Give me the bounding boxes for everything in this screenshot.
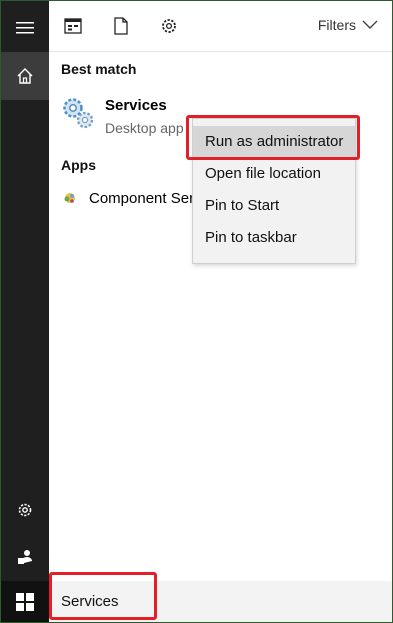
highlight-box-search bbox=[49, 572, 157, 620]
gear-icon bbox=[162, 19, 176, 33]
best-match-header: Best match bbox=[61, 61, 137, 77]
menu-item-pin-to-taskbar[interactable]: Pin to taskbar bbox=[193, 222, 355, 254]
menu-item-open-file-location[interactable]: Open file location bbox=[193, 158, 355, 190]
filters-label: Filters bbox=[317, 17, 356, 33]
search-toolbar: Filters bbox=[49, 1, 392, 52]
component-services-icon bbox=[64, 193, 75, 203]
highlight-box-run-as-admin bbox=[186, 115, 360, 160]
settings-filter-button[interactable] bbox=[158, 15, 180, 37]
menu-item-label: Pin to Start bbox=[205, 197, 280, 214]
apps-header: Apps bbox=[61, 157, 96, 173]
calendar-grid-icon bbox=[64, 18, 82, 34]
home-icon bbox=[17, 68, 33, 84]
apps-filter-button[interactable] bbox=[62, 15, 84, 37]
menu-item-label: Pin to taskbar bbox=[205, 229, 297, 246]
hamburger-menu-button[interactable] bbox=[1, 4, 49, 52]
user-button[interactable] bbox=[1, 533, 49, 581]
app-result-label: Component Services bbox=[89, 190, 193, 207]
best-match-title: Services bbox=[105, 97, 167, 114]
document-icon bbox=[114, 17, 128, 35]
left-rail bbox=[1, 1, 49, 622]
best-match-subtitle: Desktop app bbox=[105, 120, 184, 136]
services-gears-icon bbox=[63, 98, 94, 129]
home-button[interactable] bbox=[1, 52, 49, 100]
settings-gear-icon bbox=[18, 503, 32, 517]
menu-item-label: Open file location bbox=[205, 165, 321, 182]
user-icon bbox=[18, 550, 32, 564]
menu-item-pin-to-start[interactable]: Pin to Start bbox=[193, 190, 355, 222]
hamburger-menu-icon bbox=[16, 22, 34, 34]
start-button[interactable] bbox=[1, 581, 49, 622]
settings-button[interactable] bbox=[1, 486, 49, 534]
filters-dropdown[interactable]: Filters bbox=[318, 17, 378, 33]
documents-filter-button[interactable] bbox=[110, 15, 132, 37]
chevron-down-icon bbox=[362, 20, 378, 29]
windows-start-icon bbox=[16, 592, 34, 611]
